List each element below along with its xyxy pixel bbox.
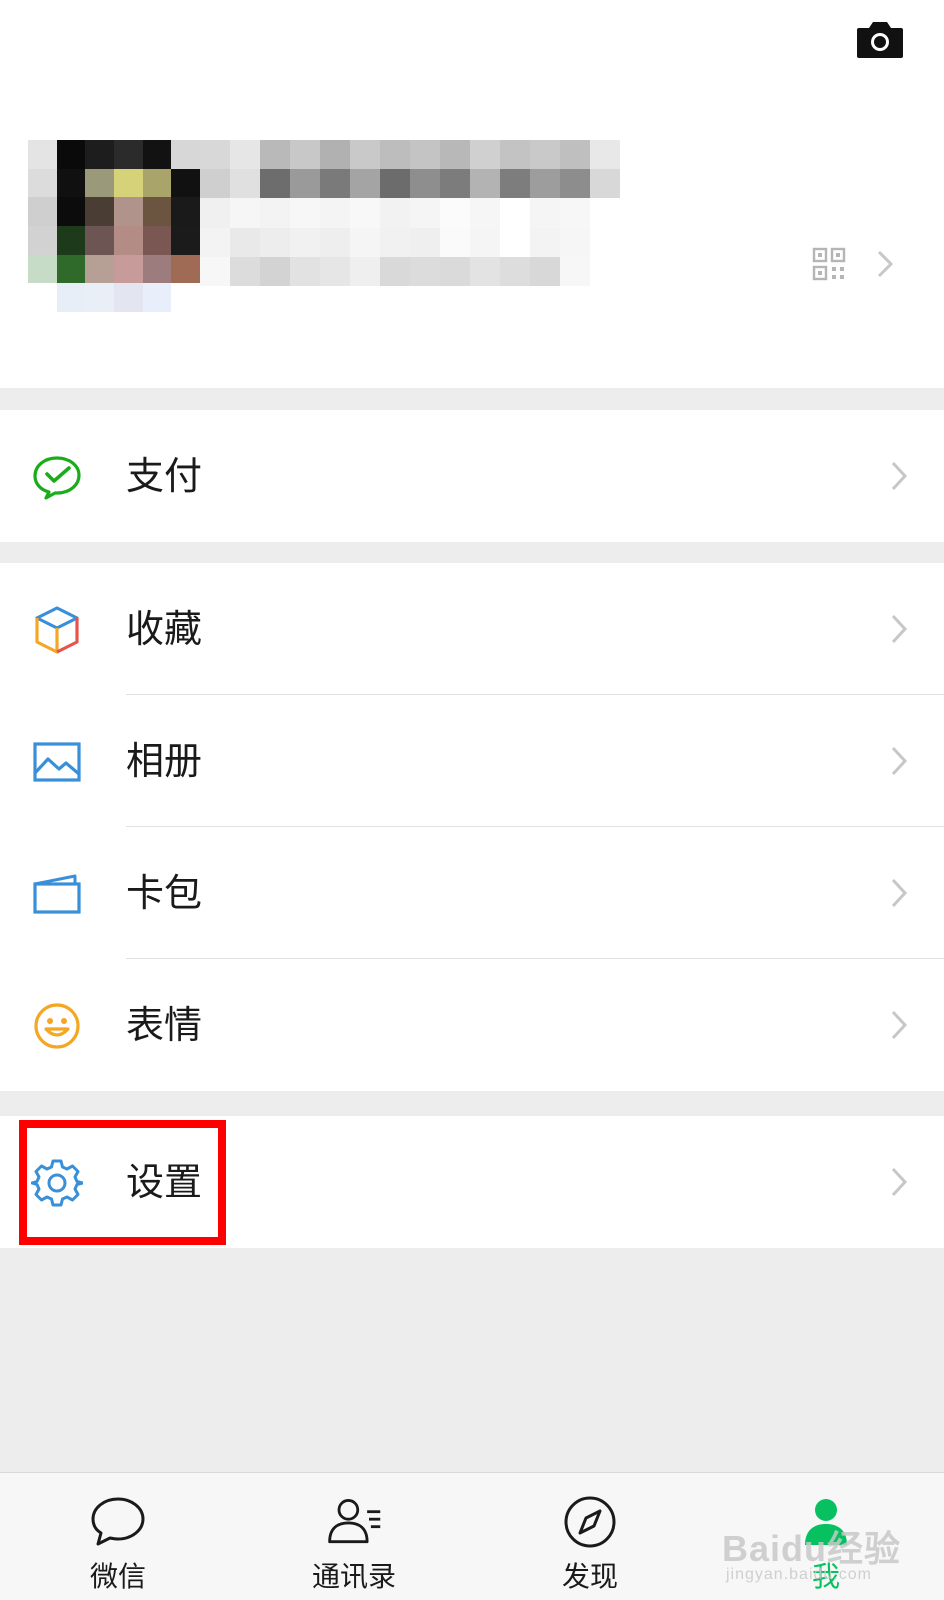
menu-item-label: 相册 [126,739,203,783]
chevron-right-icon [891,1167,908,1197]
tab-discover[interactable]: 发现 [472,1473,708,1600]
tab-me[interactable]: 我 [708,1473,944,1600]
bottom-tab-bar: 微信 通讯录 发现 我 [0,1472,944,1600]
discover-compass-icon [560,1493,620,1551]
menu-item-stickers[interactable]: 表情 [0,959,944,1091]
smiley-emoji-icon [30,999,84,1053]
menu-group-pay: 支付 [0,410,944,542]
qr-code-icon [812,247,846,281]
menu-group-settings: 设置 [0,1116,944,1248]
menu-item-album[interactable]: 相册 [0,695,944,827]
me-person-icon [796,1493,856,1551]
menu-item-settings[interactable]: 设置 [0,1116,944,1248]
menu-item-label: 卡包 [126,871,203,915]
menu-item-label: 表情 [126,1003,203,1047]
contacts-icon [324,1493,384,1551]
qr-code-button[interactable] [812,244,924,284]
camera-button[interactable] [848,10,912,70]
tab-chats[interactable]: 微信 [0,1473,236,1600]
avatar[interactable] [28,140,200,312]
profile-name-blurred[interactable] [200,140,620,286]
menu-item-label: 收藏 [126,607,203,651]
tab-label: 我 [811,1560,840,1593]
chevron-right-icon [891,461,908,491]
album-picture-icon [30,735,84,789]
tab-label: 通讯录 [311,1560,396,1593]
tab-label: 微信 [89,1560,146,1593]
favorites-cube-icon [30,603,84,657]
wechat-pay-icon [30,450,84,504]
chevron-right-icon [891,746,908,776]
chevron-right-icon [891,614,908,644]
camera-icon [857,22,903,58]
menu-group-main: 收藏 相册 卡包 表情 [0,563,944,1091]
menu-item-label: 支付 [126,454,203,498]
chat-bubble-icon [88,1493,148,1551]
profile-header [0,0,944,388]
chevron-right-icon [891,1010,908,1040]
settings-gear-icon [30,1156,84,1210]
tab-label: 发现 [561,1560,618,1593]
menu-item-favorites[interactable]: 收藏 [0,563,944,695]
chevron-right-icon [877,250,894,278]
menu-item-label: 设置 [126,1160,203,1204]
chevron-right-icon [891,878,908,908]
card-wallet-icon [30,867,84,921]
menu-item-pay[interactable]: 支付 [0,410,944,542]
menu-item-cards[interactable]: 卡包 [0,827,944,959]
tab-contacts[interactable]: 通讯录 [236,1473,472,1600]
